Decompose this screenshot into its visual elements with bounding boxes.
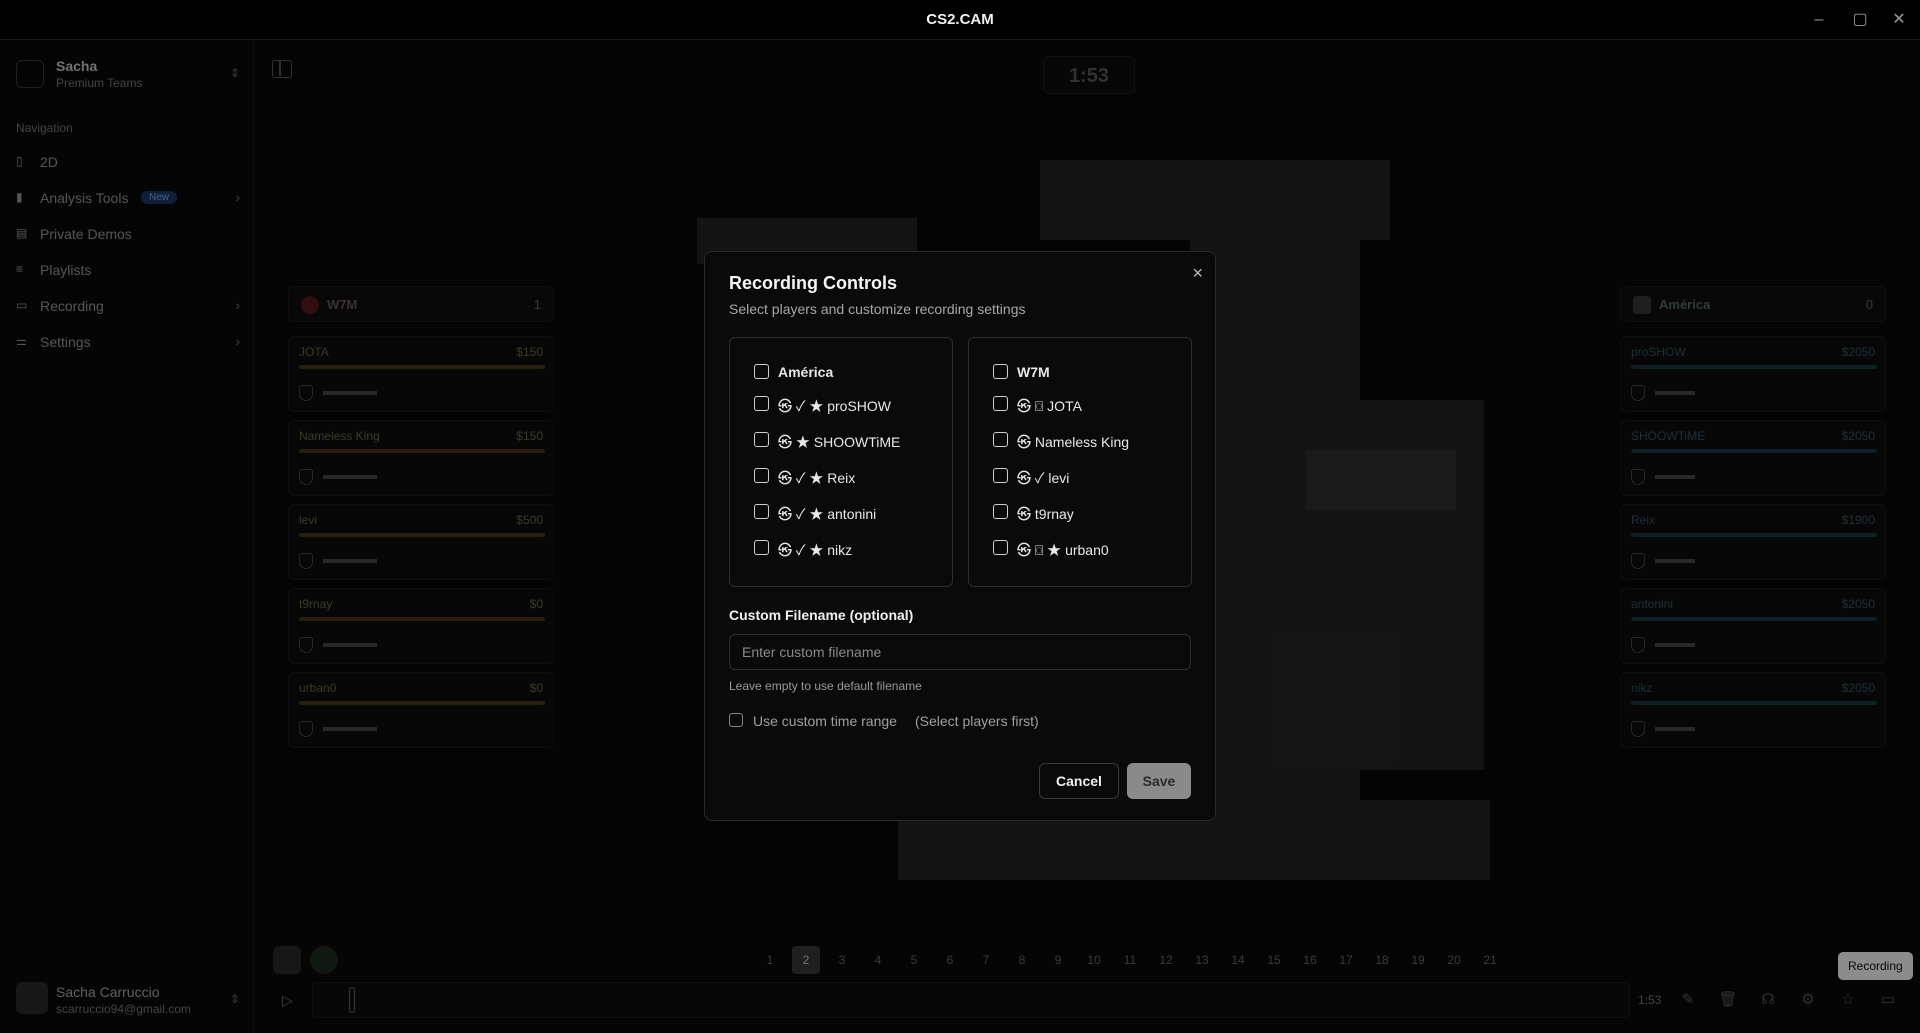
filename-input[interactable] [729,634,1191,670]
close-icon[interactable]: ✕ [1888,10,1910,30]
close-icon[interactable]: × [1192,264,1203,282]
team-label: América [778,364,834,380]
player-label: ㉿ ✓ levi [1017,470,1070,486]
player-label: ㉿ ✓ ★ Reix [778,470,856,486]
player-label: ㉿ ⌼ JOTA [1017,398,1082,414]
team-label: W7M [1017,364,1050,380]
checkbox[interactable] [993,504,1008,519]
checkbox[interactable] [754,468,769,483]
maximize-icon[interactable]: ▢ [1849,10,1871,30]
cancel-button[interactable]: Cancel [1039,763,1119,799]
checkbox[interactable] [754,396,769,411]
save-button[interactable]: Save [1127,763,1191,799]
checkbox[interactable] [993,540,1008,555]
player-label: ㉿ ✓ ★ nikz [778,542,853,558]
checkbox[interactable] [993,432,1008,447]
checkbox[interactable] [993,364,1008,379]
player-label: ㉿ ✓ ★ antonini [778,506,877,522]
filename-hint: Leave empty to use default filename [729,679,922,693]
time-range-label: Use custom time range [753,713,897,729]
team-player-list-america: América ㉿ ✓ ★ proSHOW ㉿ ★ SHOOWTiME ㉿ ✓ … [729,337,953,587]
player-label: ㉿ ✓ ★ proSHOW [778,398,892,414]
app-title: CS2.CAM [926,11,994,28]
checkbox[interactable] [993,396,1008,411]
team-player-list-w7m: W7M ㉿ ⌼ JOTA ㉿ Nameless King ㉿ ✓ levi ㉿ … [968,337,1192,587]
time-range-note: (Select players first) [915,713,1039,729]
checkbox[interactable] [754,504,769,519]
player-label: ㉿ t9rnay [1017,506,1074,522]
checkbox[interactable] [729,713,743,727]
dialog-title: Recording Controls [729,273,898,293]
checkbox[interactable] [754,432,769,447]
title-bar: CS2.CAM – ▢ ✕ [0,0,1920,40]
recording-controls-dialog: × Recording Controls Select players and … [704,251,1216,821]
checkbox[interactable] [754,364,769,379]
checkbox[interactable] [754,540,769,555]
checkbox[interactable] [993,468,1008,483]
player-label: ㉿ ★ SHOOWTiME [778,434,901,450]
dialog-subtitle: Select players and customize recording s… [729,301,1026,317]
minimize-icon[interactable]: – [1808,10,1830,30]
player-label: ㉿ ⌼ ★ urban0 [1017,542,1109,558]
filename-label: Custom Filename (optional) [729,607,914,623]
player-label: ㉿ Nameless King [1017,434,1130,450]
